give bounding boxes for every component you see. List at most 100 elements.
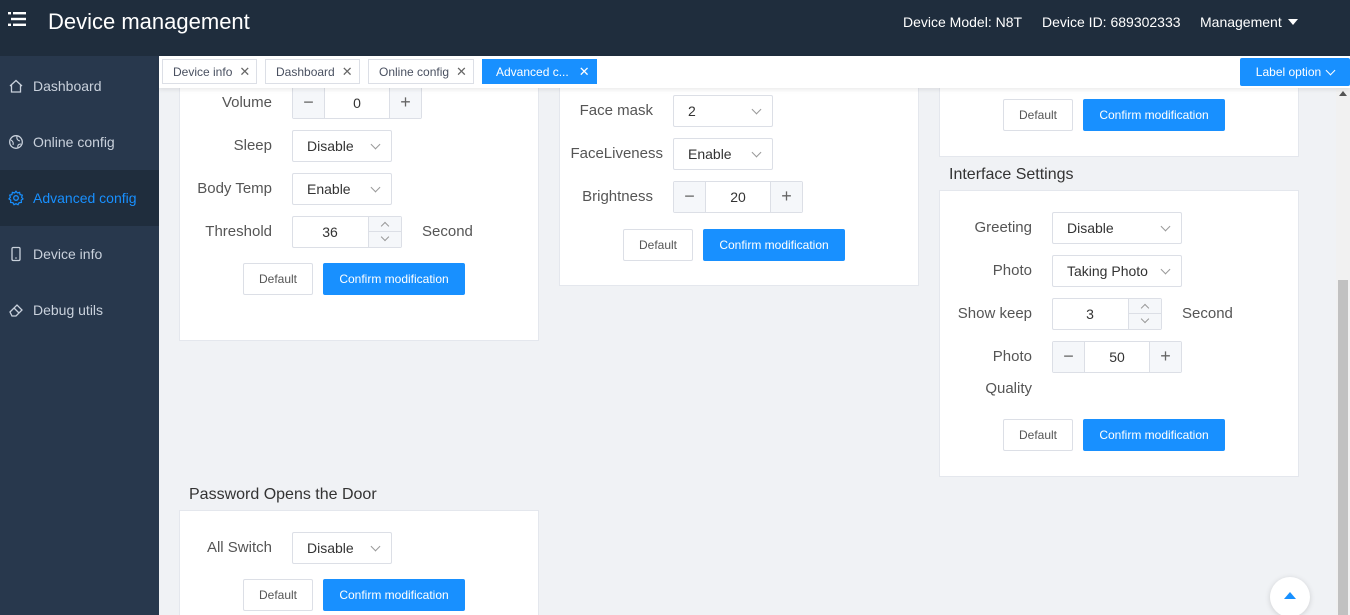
top-header: Device management Device Model: N8T Devi… <box>0 0 1350 56</box>
plus-button[interactable]: + <box>389 88 421 118</box>
default-button[interactable]: Default <box>623 229 693 261</box>
greeting-label: Greeting <box>974 219 1032 236</box>
sidebar-item-label: Advanced config <box>33 190 137 206</box>
body-temp-value: Enable <box>307 181 351 197</box>
sleep-select[interactable]: Disable <box>292 130 392 162</box>
show-keep-label: Show keep <box>957 305 1032 322</box>
vertical-scrollbar[interactable] <box>1336 88 1350 615</box>
threshold-suffix: Second <box>422 223 473 240</box>
sidebar-item-debug-utils[interactable]: Debug utils <box>0 282 159 338</box>
label-option-text: Label option <box>1255 65 1322 79</box>
body-temp-select[interactable]: Enable <box>292 173 392 205</box>
brightness-value[interactable]: 20 <box>706 182 770 212</box>
face-liveness-select[interactable]: Enable <box>673 138 773 170</box>
home-icon <box>8 78 24 94</box>
volume-stepper[interactable]: − 0 + <box>292 88 422 119</box>
scroll-up-arrow-icon[interactable] <box>1339 91 1347 96</box>
management-label: Management <box>1200 14 1282 30</box>
face-mask-select[interactable]: 2 <box>673 95 773 127</box>
default-button[interactable]: Default <box>1003 419 1073 451</box>
photo-value: Taking Photo <box>1067 263 1148 279</box>
management-dropdown[interactable]: Management <box>1200 14 1298 30</box>
back-to-top-button[interactable] <box>1270 577 1310 615</box>
sidebar-item-device-info[interactable]: Device info <box>0 226 159 282</box>
face-mask-value: 2 <box>688 103 696 119</box>
phone-icon <box>8 246 24 262</box>
sidebar-item-label: Online config <box>33 134 115 150</box>
face-liveness-value: Enable <box>688 146 732 162</box>
confirm-modification-button[interactable]: Confirm modification <box>1083 419 1225 451</box>
plus-button[interactable]: + <box>1149 342 1181 372</box>
increase-button[interactable] <box>1128 299 1161 314</box>
increase-button[interactable] <box>368 217 401 232</box>
minus-button[interactable]: − <box>674 182 706 212</box>
confirm-modification-button[interactable]: Confirm modification <box>703 229 845 261</box>
tab-label: Online config <box>379 64 450 79</box>
decrease-button[interactable] <box>368 232 401 247</box>
sidebar-item-online-config[interactable]: Online config <box>0 114 159 170</box>
main-content: Volume − 0 + Sleep Disable Body Temp Ena… <box>159 88 1350 615</box>
app-title: Device management <box>48 9 250 34</box>
minus-button[interactable]: − <box>293 88 325 118</box>
chevron-down-icon <box>1325 65 1336 75</box>
threshold-value[interactable]: 36 <box>293 217 367 247</box>
hamburger-menu-icon[interactable] <box>8 11 26 27</box>
eraser-icon <box>8 302 24 318</box>
chevron-down-icon <box>370 182 381 193</box>
greeting-select[interactable]: Disable <box>1052 212 1182 244</box>
sidebar-item-label: Device info <box>33 246 103 262</box>
photo-select[interactable]: Taking Photo <box>1052 255 1182 287</box>
plus-button[interactable]: + <box>770 182 802 212</box>
sidebar: Dashboard Online config Advanced config … <box>0 56 159 615</box>
tab-dashboard[interactable]: Dashboard ✕ <box>265 59 360 84</box>
section-title: Interface Settings <box>949 166 1074 183</box>
close-icon[interactable]: ✕ <box>239 64 250 80</box>
photo-quality-value[interactable]: 50 <box>1085 342 1149 372</box>
volume-value[interactable]: 0 <box>325 88 389 118</box>
settings-card-face: Face mask 2 FaceLiveness Enable Brightne… <box>559 88 919 286</box>
sleep-value: Disable <box>307 138 354 154</box>
photo-quality-stepper[interactable]: − 50 + <box>1052 341 1182 373</box>
sidebar-item-advanced-config[interactable]: Advanced config <box>0 170 159 226</box>
tab-device-info[interactable]: Device info ✕ <box>162 59 257 84</box>
default-button[interactable]: Default <box>243 263 313 295</box>
close-icon[interactable]: ✕ <box>342 64 353 80</box>
tab-advanced-config[interactable]: Advanced c... ✕ <box>482 59 597 84</box>
threshold-label: Threshold <box>205 223 272 240</box>
confirm-modification-button[interactable]: Confirm modification <box>323 263 465 295</box>
confirm-modification-button[interactable]: Confirm modification <box>1083 99 1225 131</box>
greeting-value: Disable <box>1067 220 1114 236</box>
sidebar-item-dashboard[interactable]: Dashboard <box>0 58 159 114</box>
globe-icon <box>8 134 24 150</box>
default-button[interactable]: Default <box>1003 99 1073 131</box>
show-keep-suffix: Second <box>1182 305 1233 322</box>
all-switch-select[interactable]: Disable <box>292 532 392 564</box>
sidebar-item-label: Debug utils <box>33 302 104 318</box>
decrease-button[interactable] <box>1128 314 1161 329</box>
settings-card-top-right: Default Confirm modification <box>939 88 1299 157</box>
brightness-stepper[interactable]: − 20 + <box>673 181 803 213</box>
show-keep-stepper[interactable]: 3 <box>1052 298 1162 330</box>
chevron-down-icon <box>1160 264 1171 275</box>
settings-card-general: Volume − 0 + Sleep Disable Body Temp Ena… <box>179 88 539 341</box>
threshold-stepper[interactable]: 36 <box>292 216 402 248</box>
close-icon[interactable]: ✕ <box>456 64 467 80</box>
chevron-down-icon <box>751 104 762 115</box>
confirm-modification-button[interactable]: Confirm modification <box>323 579 465 611</box>
chevron-down-icon <box>751 147 762 158</box>
show-keep-value[interactable]: 3 <box>1053 299 1127 329</box>
minus-button[interactable]: − <box>1053 342 1085 372</box>
photo-quality-label-line1: Photo <box>992 348 1032 365</box>
scrollbar-thumb[interactable] <box>1338 280 1348 615</box>
sidebar-item-label: Dashboard <box>33 78 102 94</box>
section-title: Password Opens the Door <box>189 486 377 503</box>
device-model-text: Device Model: N8T <box>903 14 1023 30</box>
label-option-button[interactable]: Label option <box>1240 58 1350 86</box>
close-icon[interactable]: ✕ <box>579 64 590 80</box>
brightness-label: Brightness <box>582 188 653 205</box>
photo-label: Photo <box>992 262 1032 279</box>
tab-online-config[interactable]: Online config ✕ <box>368 59 474 84</box>
default-button[interactable]: Default <box>243 579 313 611</box>
caret-down-icon <box>1287 19 1298 25</box>
tab-bar: Device info ✕ Dashboard ✕ Online config ✕ A… <box>159 56 1350 88</box>
